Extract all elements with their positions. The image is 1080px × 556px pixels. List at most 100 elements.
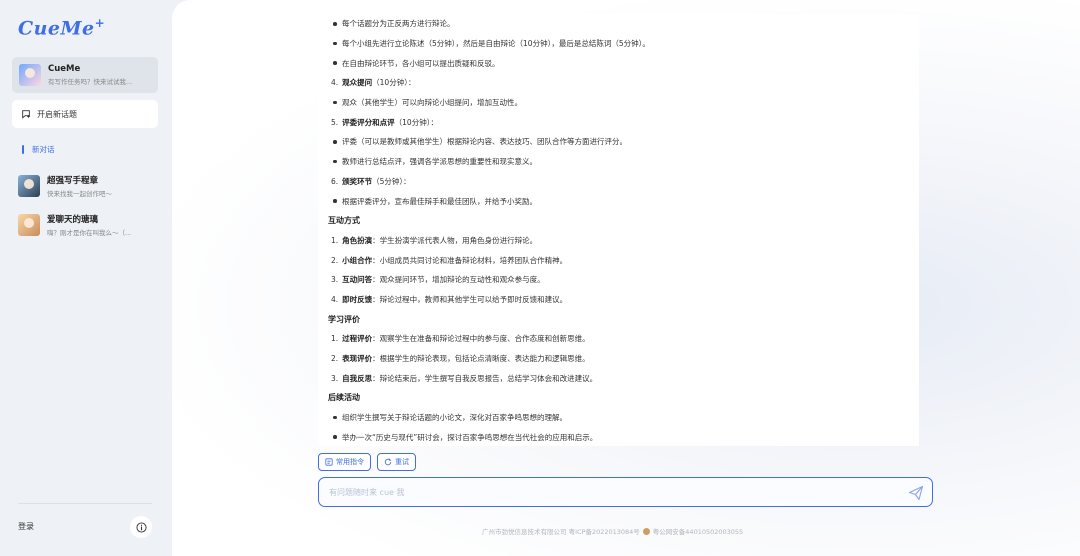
- new-chat-icon: [22, 110, 30, 119]
- content-line: 观众（其他学生）可以向辩论小组提问，增加互动性。: [328, 93, 909, 113]
- avatar: [18, 175, 40, 197]
- content-line: 4. 即时反馈 ：辩论过程中，教师和其他学生可以给予即时反馈和建议。: [328, 290, 909, 310]
- common-commands-button[interactable]: 常用指令: [318, 453, 371, 471]
- list-number: 4.: [331, 294, 339, 304]
- logo[interactable]: CueMe+: [18, 16, 105, 39]
- content-line: 2. 表现评价 ：根据学生的辩论表现，包括论点清晰度、表达能力和逻辑思维。: [328, 349, 909, 369]
- line-text: 根据评委评分，宣布最佳辩手和最佳团队，并给予小奖励。: [342, 196, 537, 206]
- bold-term: 自我反思: [342, 373, 373, 383]
- bold-term: 评委评分和点评: [342, 117, 395, 127]
- common-commands-label: 常用指令: [336, 458, 364, 466]
- bot-name: CueMe: [48, 64, 81, 74]
- line-text: ：辩论结束后，学生撰写自我反思报告，总结学习体会和改进建议。: [372, 373, 598, 383]
- line-text: 互动方式: [328, 216, 360, 226]
- bold-term: 互动问答: [342, 275, 373, 285]
- chat-subtitle: 嗨？刚才是你在叫我么～（...: [47, 229, 132, 237]
- content-line: 3. 自我反思 ：辩论结束后，学生撰写自我反思报告，总结学习体会和改进建议。: [328, 368, 909, 388]
- content-line: 每个小组先进行立论陈述（5分钟），然后是自由辩论（10分钟），最后是总结陈词（5…: [328, 34, 909, 54]
- message-content: 每个话题分为正反两方进行辩论。每个小组先进行立论陈述（5分钟），然后是自由辩论（…: [318, 14, 919, 446]
- bot-card-cueme[interactable]: CueMe 有写作任务吗？快来试试我...: [12, 57, 158, 93]
- content-line: 6. 颁奖环节 （5分钟）：: [328, 172, 909, 192]
- chat-input-box: [318, 477, 933, 507]
- list-number: 3.: [331, 373, 339, 383]
- bold-term: 过程评价: [342, 334, 373, 344]
- content-line: 2. 小组合作 ：小组成员共同讨论和准备辩论材料，培养团队合作精神。: [328, 250, 909, 270]
- line-text: 每个话题分为正反两方进行辩论。: [342, 19, 455, 29]
- list-number: 5.: [331, 117, 339, 127]
- refresh-icon: [384, 458, 392, 466]
- avatar: [18, 214, 40, 236]
- avatar: [19, 64, 41, 86]
- list-number: 1.: [331, 235, 339, 245]
- bold-term: 即时反馈: [342, 294, 373, 304]
- content-line: 组织学生撰写关于辩论话题的小论文，深化对百家争鸣思想的理解。: [328, 408, 909, 428]
- retry-label: 重试: [395, 458, 409, 466]
- line-text: ：小组成员共同讨论和准备辩论材料，培养团队合作精神。: [372, 255, 568, 265]
- bold-term: 颁奖环节: [342, 176, 373, 186]
- line-text: 教师进行总结点评，强调各学派思想的重要性和现实意义。: [342, 157, 537, 167]
- logo-text: CueMe: [18, 17, 95, 40]
- line-text: 观众（其他学生）可以向辩论小组提问，增加互动性。: [342, 98, 522, 108]
- line-text: ：辩论过程中，教师和其他学生可以给予即时反馈和建议。: [372, 294, 568, 304]
- content-line: 根据评委评分，宣布最佳辩手和最佳团队，并给予小奖励。: [328, 191, 909, 211]
- bot-subtitle: 有写作任务吗？快来试试我...: [48, 78, 133, 86]
- content-line: 教师进行总结点评，强调各学派思想的重要性和现实意义。: [328, 152, 909, 172]
- logo-plus: +: [94, 16, 106, 30]
- line-text: （10分钟）：: [394, 117, 438, 127]
- line-text: 组织学生撰写关于辩论话题的小论文，深化对百家争鸣思想的理解。: [342, 413, 567, 423]
- info-button[interactable]: [130, 516, 152, 538]
- list-number: 2.: [331, 354, 339, 364]
- message-actions: 常用指令 重试: [318, 453, 416, 471]
- content-line: 3. 互动问答 ：观众提问环节，增加辩论的互动性和观众参与度。: [328, 270, 909, 290]
- chat-input[interactable]: [329, 487, 889, 497]
- footer: 广州市劲悦信息技术有限公司 粤ICP备2022013084号 粤公网安备4401…: [482, 526, 743, 536]
- line-text: ：根据学生的辩论表现，包括论点清晰度、表达能力和逻辑思维。: [372, 354, 590, 364]
- list-number: 3.: [331, 275, 339, 285]
- list-number: 2.: [331, 255, 339, 265]
- main-panel: 每个话题分为正反两方进行辩论。每个小组先进行立论陈述（5分钟），然后是自由辩论（…: [172, 0, 1080, 556]
- new-topic-label: 开启新话题: [37, 109, 77, 119]
- line-text: 每个小组先进行立论陈述（5分钟），然后是自由辩论（10分钟），最后是总结陈词（5…: [342, 39, 650, 49]
- content-line: 1. 过程评价 ：观察学生在准备和辩论过程中的参与度、合作态度和创新思维。: [328, 329, 909, 349]
- line-text: ：观众提问环节，增加辩论的互动性和观众参与度。: [372, 275, 545, 285]
- bold-term: 角色扮演: [342, 235, 373, 245]
- command-icon: [325, 458, 333, 466]
- line-text: 在自由辩论环节，各小组可以提出质疑和反驳。: [342, 58, 500, 68]
- line-text: 评委（可以是教师或其他学生）根据辩论内容、表达技巧、团队合作等方面进行评分。: [342, 137, 627, 147]
- line-text: 举办一次“历史与现代”研讨会，探讨百家争鸣思想在当代社会的应用和启示。: [342, 432, 598, 442]
- list-number: 1.: [331, 334, 339, 344]
- chat-name: 爱聊天的瑭璃: [47, 215, 99, 225]
- bold-term: 观众提问: [342, 78, 373, 88]
- list-number: 6.: [331, 176, 339, 186]
- line-text: ：观察学生在准备和辩论过程中的参与度、合作态度和创新思维。: [372, 334, 590, 344]
- section-heading: 后续活动: [328, 388, 909, 408]
- content-line: 在自由辩论环节，各小组可以提出质疑和反驳。: [328, 53, 909, 73]
- retry-button[interactable]: 重试: [377, 453, 416, 471]
- content-line: 评委（可以是教师或其他学生）根据辩论内容、表达技巧、团队合作等方面进行评分。: [328, 132, 909, 152]
- company-icp[interactable]: 广州市劲悦信息技术有限公司 粤ICP备2022013084号: [482, 526, 640, 536]
- sidebar-divider: [18, 503, 152, 504]
- login-link[interactable]: 登录: [18, 521, 34, 532]
- line-text: 后续活动: [328, 393, 360, 403]
- bold-term: 小组合作: [342, 255, 373, 265]
- police-badge-icon: [642, 527, 650, 535]
- sidebar-item-new-conversation[interactable]: 新对话: [22, 144, 55, 155]
- line-text: （10分钟）：: [372, 78, 416, 88]
- content-line: 1. 角色扮演 ：学生扮演学派代表人物，用角色身份进行辩论。: [328, 231, 909, 251]
- send-icon[interactable]: [908, 485, 924, 501]
- content-line: 5. 评委评分和点评 （10分钟）：: [328, 112, 909, 132]
- content-line: 每个话题分为正反两方进行辩论。: [328, 14, 909, 34]
- chat-item-chatter[interactable]: 爱聊天的瑭璃 嗨？刚才是你在叫我么～（...: [18, 213, 164, 237]
- line-text: 学习评价: [328, 314, 360, 324]
- list-number: 4.: [331, 78, 339, 88]
- new-topic-button[interactable]: 开启新话题: [12, 100, 158, 128]
- chat-item-writer[interactable]: 超强写手程章 快来找我一起创作吧～: [18, 174, 164, 198]
- line-text: （5分钟）：: [372, 176, 411, 186]
- info-icon: [135, 521, 147, 533]
- line-text: ：学生扮演学派代表人物，用角色身份进行辩论。: [372, 235, 538, 245]
- chat-name: 超强写手程章: [47, 176, 99, 186]
- bold-term: 表现评价: [342, 354, 373, 364]
- content-line: 举办一次“历史与现代”研讨会，探讨百家争鸣思想在当代社会的应用和启示。: [328, 427, 909, 446]
- police-record[interactable]: 粤公网安备44010502003055: [653, 526, 743, 536]
- chat-subtitle: 快来找我一起创作吧～: [47, 190, 112, 198]
